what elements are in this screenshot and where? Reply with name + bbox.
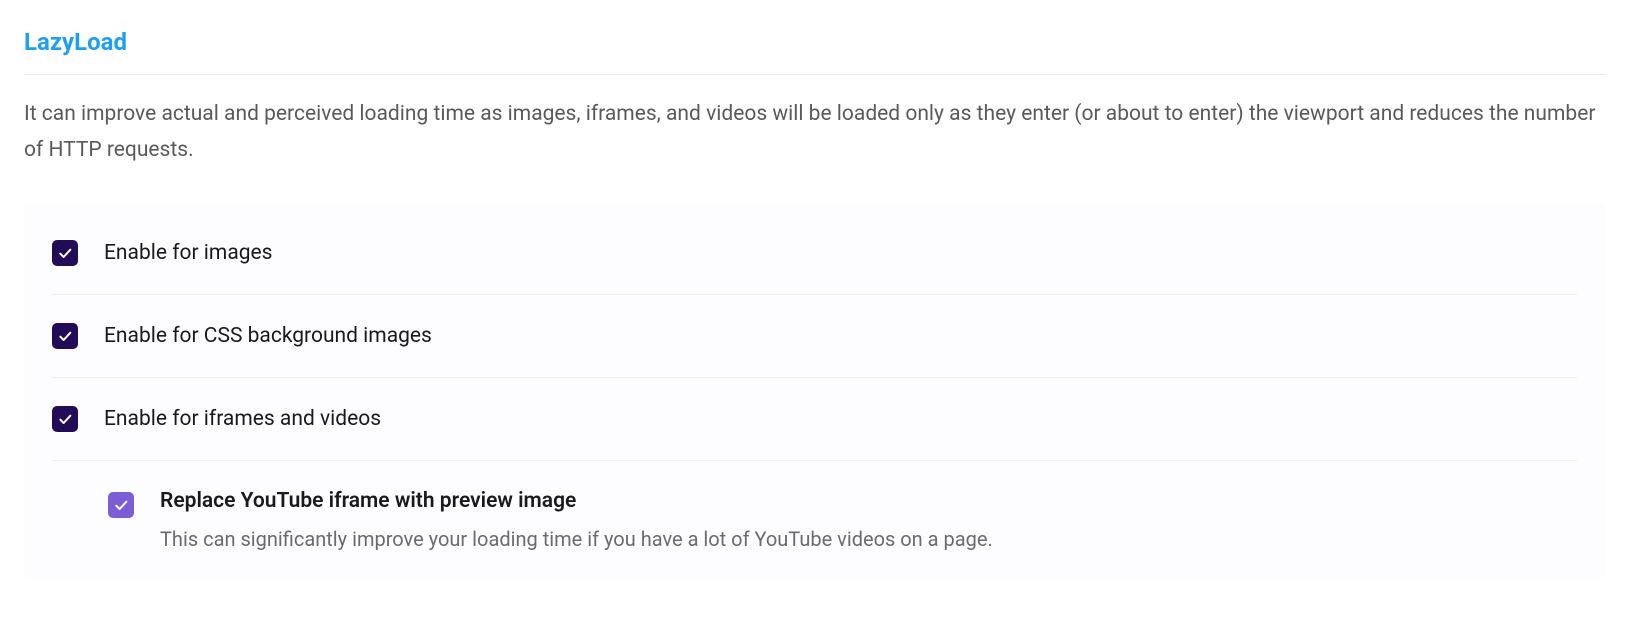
option-label: Enable for CSS background images: [104, 324, 432, 348]
sub-option-content: Replace YouTube iframe with preview imag…: [160, 489, 993, 555]
check-icon: [57, 411, 73, 427]
checkbox-enable-iframes[interactable]: [52, 406, 78, 432]
checkbox-enable-images[interactable]: [52, 240, 78, 266]
check-icon: [113, 497, 129, 513]
option-label: Enable for images: [104, 241, 273, 265]
section-title: LazyLoad: [24, 28, 1605, 56]
check-icon: [57, 328, 73, 344]
option-row-enable-images: Enable for images: [52, 212, 1577, 295]
sub-option-label: Replace YouTube iframe with preview imag…: [160, 489, 993, 513]
option-subrow-replace-youtube: Replace YouTube iframe with preview imag…: [52, 461, 1577, 563]
option-row-enable-iframes: Enable for iframes and videos: [52, 378, 1577, 461]
section-divider: [24, 74, 1605, 75]
checkbox-enable-css-bg[interactable]: [52, 323, 78, 349]
section-description: It can improve actual and perceived load…: [24, 97, 1605, 168]
options-panel: Enable for images Enable for CSS backgro…: [24, 204, 1605, 579]
option-label: Enable for iframes and videos: [104, 407, 381, 431]
option-row-enable-css-bg: Enable for CSS background images: [52, 295, 1577, 378]
checkbox-replace-youtube[interactable]: [108, 492, 134, 518]
sub-option-description: This can significantly improve your load…: [160, 523, 993, 555]
check-icon: [57, 245, 73, 261]
